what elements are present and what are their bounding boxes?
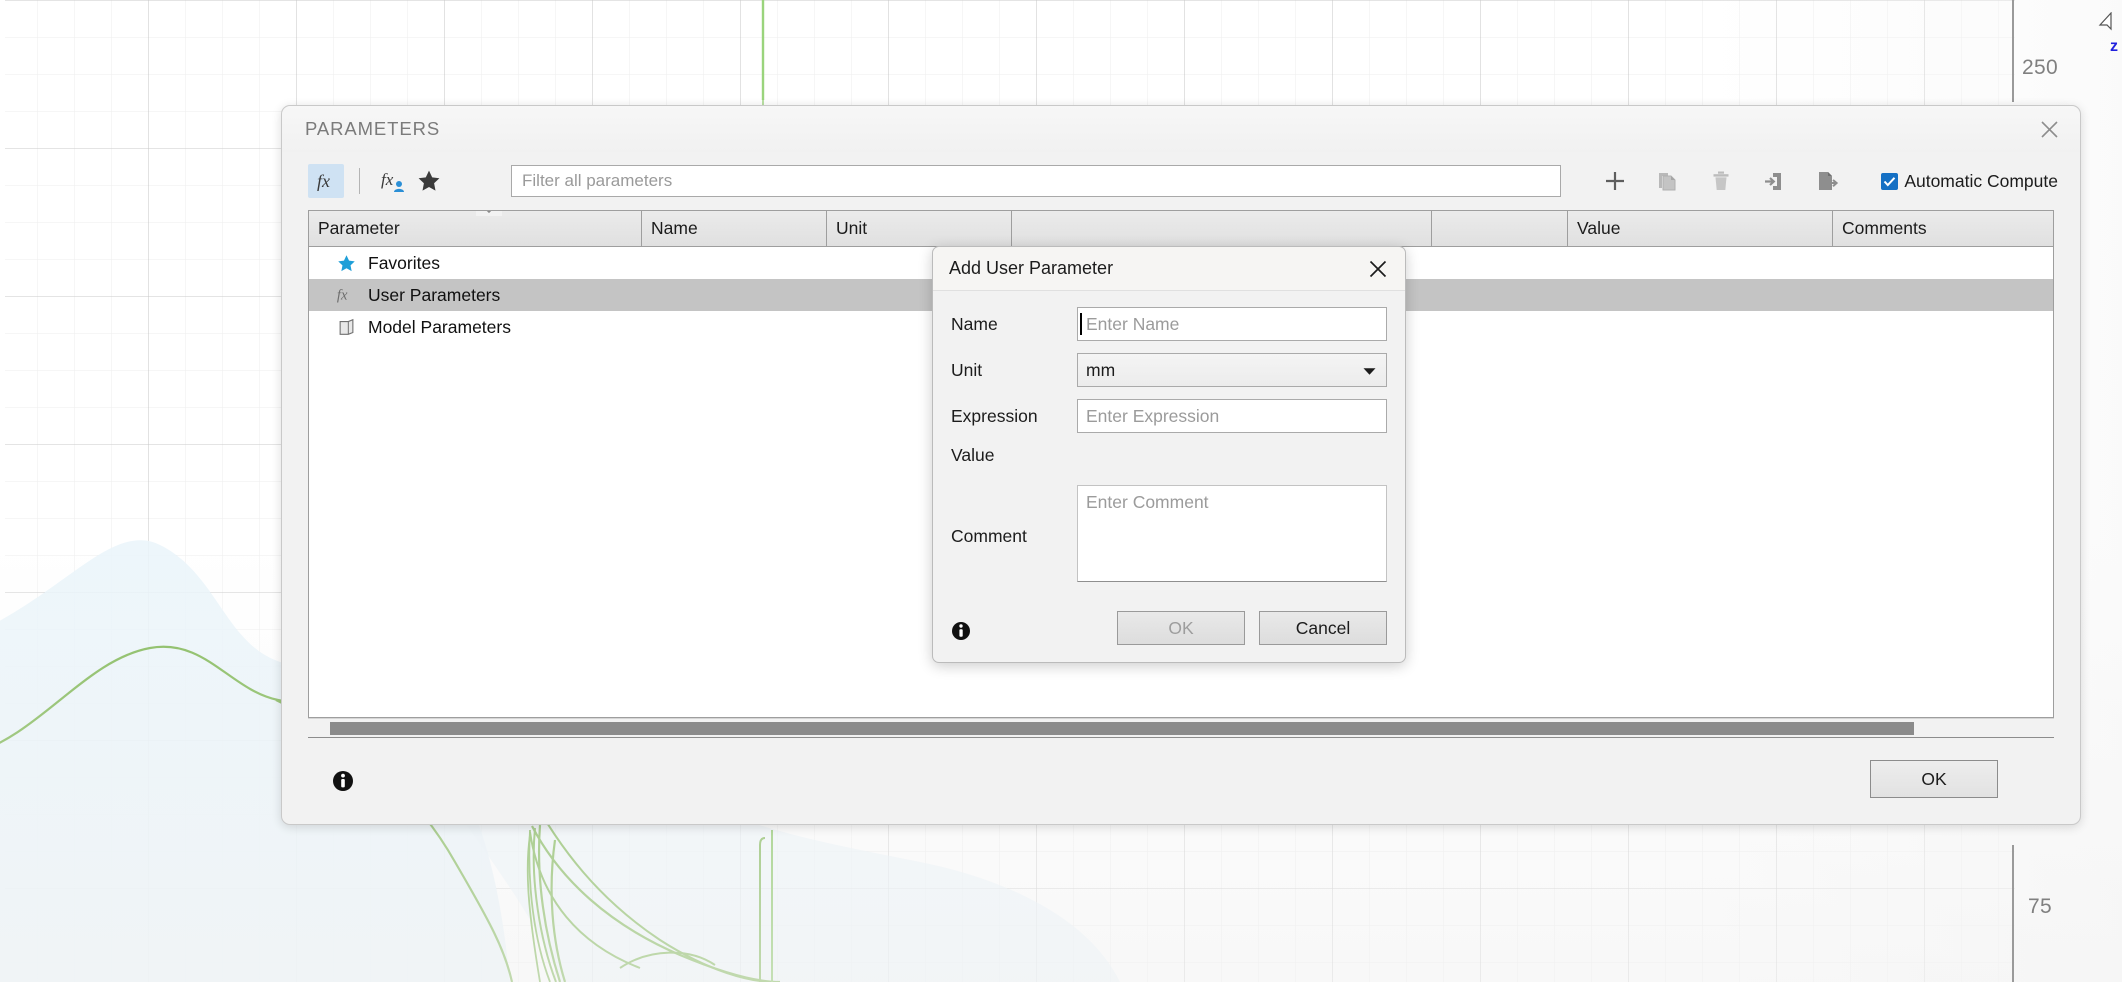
comment-row: Comment [951, 485, 1387, 587]
dialog-body: Name Unit mm Expression [933, 291, 1405, 599]
chevron-down-icon[interactable] [476, 211, 502, 216]
column-header-3[interactable] [1012, 211, 1432, 246]
automatic-compute-checkbox[interactable]: Automatic Compute [1881, 171, 2058, 192]
ok-button[interactable]: OK [1870, 760, 1998, 798]
fx-user-icon[interactable]: fx [375, 164, 411, 198]
export-icon[interactable] [1809, 164, 1845, 198]
name-row: Name [951, 307, 1387, 341]
ruler-label-top: 250 [2022, 56, 2058, 79]
star-icon [333, 254, 359, 273]
expression-field[interactable] [1077, 399, 1387, 433]
info-icon[interactable] [951, 621, 971, 641]
unit-label: Unit [951, 359, 983, 380]
ruler-label-bottom: 75 [2028, 895, 2052, 918]
column-header-name[interactable]: Name [642, 211, 827, 246]
column-header-parameter[interactable]: Parameter [309, 211, 642, 246]
fx-icon: fx [333, 285, 359, 305]
star-icon[interactable] [411, 164, 447, 198]
info-icon[interactable] [332, 770, 354, 792]
trash-icon[interactable] [1703, 164, 1739, 198]
copy-icon[interactable] [1650, 164, 1686, 198]
plus-icon[interactable] [1597, 164, 1633, 198]
svg-text:fx: fx [317, 171, 330, 191]
page-title: PARAMETERS [305, 118, 441, 139]
search-input[interactable] [511, 165, 1562, 197]
fx-icon[interactable]: fx [308, 164, 344, 198]
unit-row: Unit mm [951, 353, 1387, 387]
dialog-title: Add User Parameter [949, 258, 1114, 278]
automatic-compute-label: Automatic Compute [1904, 170, 2058, 191]
close-icon[interactable] [1361, 252, 1395, 286]
horizontal-scrollbar[interactable] [308, 718, 2054, 738]
import-icon[interactable] [1756, 164, 1792, 198]
ruler-tick-top [2012, 0, 2014, 102]
dialog-titlebar: Add User Parameter [933, 247, 1405, 291]
panel-toolbar: fx fx Filter all parameters Automatic Co… [282, 152, 2080, 210]
panel-footer: OK [282, 738, 2080, 824]
name-label: Name [951, 313, 998, 334]
name-field[interactable] [1077, 307, 1387, 341]
add-user-parameter-dialog: Add User Parameter Name Unit mm [932, 246, 1406, 663]
close-icon[interactable] [2032, 112, 2066, 146]
comment-field[interactable] [1077, 485, 1387, 582]
comment-label: Comment [951, 525, 1027, 546]
panel-titlebar: PARAMETERS [282, 106, 2080, 152]
name-field-wrapper [1077, 307, 1387, 341]
cursor-arrow-icon [2098, 12, 2112, 31]
table-row-label: User Parameters [368, 284, 501, 305]
cancel-button[interactable]: Cancel [1259, 611, 1387, 645]
unit-selected-value: mm [1086, 359, 1116, 380]
value-row: Value [951, 445, 1387, 471]
checkbox-box [1881, 172, 1899, 190]
column-header-value[interactable]: Value [1568, 211, 1833, 246]
expression-row: Expression [951, 399, 1387, 433]
ruler-tick-bottom [2012, 845, 2014, 982]
table-row-label: Favorites [368, 252, 440, 273]
scrollbar-thumb[interactable] [330, 722, 1915, 735]
toolbar-action-icons [1597, 164, 1845, 198]
expression-label: Expression [951, 405, 1038, 426]
column-header-4[interactable] [1432, 211, 1568, 246]
axis-z-label: z [2110, 38, 2118, 55]
ok-button[interactable]: OK [1117, 611, 1245, 645]
dialog-footer: OK Cancel [933, 599, 1405, 663]
table-header-row: Parameter Name Unit Value Comments [309, 211, 2053, 247]
svg-text:fx: fx [381, 170, 394, 189]
table-row-label: Model Parameters [368, 316, 511, 337]
toolbar-divider [359, 168, 360, 194]
box-icon [333, 317, 359, 337]
text-caret [1080, 313, 1082, 335]
value-label: Value [951, 445, 995, 465]
unit-dropdown[interactable]: mm [1077, 353, 1387, 387]
chevron-down-icon [1363, 360, 1376, 381]
column-header-unit[interactable]: Unit [827, 211, 1012, 246]
svg-text:fx: fx [337, 288, 348, 304]
column-header-comments[interactable]: Comments [1833, 211, 2053, 246]
